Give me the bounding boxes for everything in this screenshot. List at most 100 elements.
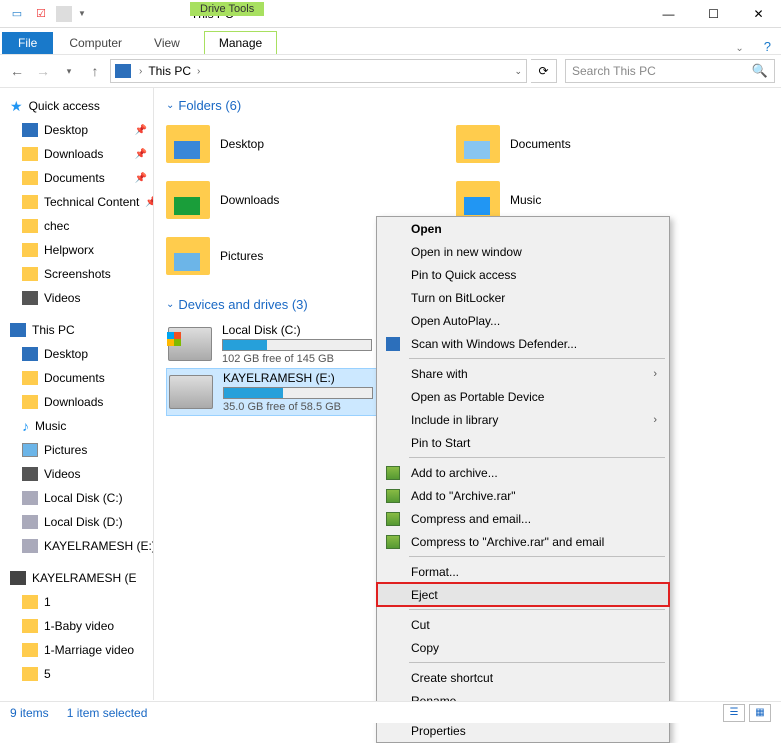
crumb-sep-icon[interactable]: ›	[195, 66, 202, 77]
computer-tab[interactable]: Computer	[53, 32, 138, 54]
sidebar-label: Downloads	[44, 147, 103, 161]
address-dropdown-icon[interactable]: ⌄	[514, 66, 522, 77]
sidebar-item-local-disk-c[interactable]: Local Disk (C:)	[0, 486, 153, 510]
search-box[interactable]: Search This PC 🔍	[565, 59, 775, 83]
sidebar-item-baby-video[interactable]: 1-Baby video	[0, 614, 153, 638]
sidebar-item-folder-5[interactable]: 5	[0, 662, 153, 686]
sidebar-label: Technical Content	[44, 195, 139, 209]
pin-icon: 📌	[145, 197, 153, 208]
sidebar-item-folder-1[interactable]: 1	[0, 590, 153, 614]
drive-name: KAYELRAMESH (E:)	[223, 371, 373, 385]
ctx-format[interactable]: Format...	[377, 560, 669, 583]
file-tab[interactable]: File	[2, 32, 53, 54]
ctx-pin-start[interactable]: Pin to Start	[377, 431, 669, 454]
sidebar-item-downloads[interactable]: Downloads📌	[0, 142, 153, 166]
sidebar-item-technical[interactable]: Technical Content 📌	[0, 190, 153, 214]
sidebar-item-documents-pc[interactable]: Documents	[0, 366, 153, 390]
ctx-add-archive[interactable]: Add to archive...	[377, 461, 669, 484]
folders-section-header[interactable]: ⌄ Folders (6)	[166, 98, 769, 113]
folder-icon	[456, 125, 500, 163]
view-icons-button[interactable]: ▦	[749, 704, 771, 722]
sidebar-item-desktop[interactable]: Desktop📌	[0, 118, 153, 142]
address-bar[interactable]: › This PC › ⌄	[110, 59, 527, 83]
back-button[interactable]: ←	[6, 60, 28, 82]
breadcrumb-this-pc[interactable]: This PC	[144, 64, 195, 78]
refresh-button[interactable]: ⟳	[531, 59, 557, 83]
sidebar-item-downloads-pc[interactable]: Downloads	[0, 390, 153, 414]
navigation-pane: ★ Quick access Desktop📌 Downloads📌 Docum…	[0, 88, 154, 700]
ctx-share-with[interactable]: Share with›	[377, 362, 669, 385]
sidebar-quick-access[interactable]: ★ Quick access	[0, 94, 153, 118]
chevron-down-icon: ⌄	[166, 100, 174, 111]
folder-tile-documents[interactable]: Documents	[456, 121, 706, 167]
sidebar-label: Videos	[44, 467, 80, 481]
help-icon[interactable]: ?	[754, 39, 781, 54]
tile-label: Downloads	[220, 193, 279, 207]
winrar-icon	[385, 534, 401, 550]
ctx-open-new-window[interactable]: Open in new window	[377, 240, 669, 263]
sidebar-item-marriage-video[interactable]: 1-Marriage video	[0, 638, 153, 662]
ctx-compress-rar-email[interactable]: Compress to "Archive.rar" and email	[377, 530, 669, 553]
sidebar-item-pictures-pc[interactable]: Pictures	[0, 438, 153, 462]
manage-tab[interactable]: Manage	[204, 31, 277, 54]
view-details-button[interactable]: ☰	[723, 704, 745, 722]
ctx-label: Share with	[411, 367, 468, 381]
sidebar-item-kayelramesh[interactable]: KAYELRAMESH (E:)	[0, 534, 153, 558]
ctx-copy[interactable]: Copy	[377, 636, 669, 659]
sidebar-label: Pictures	[44, 443, 87, 457]
ctx-compress-email[interactable]: Compress and email...	[377, 507, 669, 530]
new-folder-icon[interactable]: ☑	[32, 5, 50, 23]
folder-icon	[456, 181, 500, 219]
sidebar-label: Screenshots	[44, 267, 111, 281]
sidebar-label: Local Disk (D:)	[44, 515, 123, 529]
tile-label: Documents	[510, 137, 571, 151]
sidebar-item-videos[interactable]: Videos	[0, 286, 153, 310]
ctx-pin-quick-access[interactable]: Pin to Quick access	[377, 263, 669, 286]
search-icon[interactable]: 🔍	[752, 63, 768, 79]
submenu-arrow-icon: ›	[653, 414, 657, 426]
ctx-bitlocker[interactable]: Turn on BitLocker	[377, 286, 669, 309]
folder-icon	[22, 147, 38, 161]
status-item-count: 9 items	[10, 706, 49, 720]
folder-icon	[166, 181, 210, 219]
sidebar-item-screenshots[interactable]: Screenshots	[0, 262, 153, 286]
ctx-scan-defender[interactable]: Scan with Windows Defender...	[377, 332, 669, 355]
view-tab[interactable]: View	[138, 32, 196, 54]
ctx-eject[interactable]: Eject	[377, 583, 669, 606]
up-button[interactable]: ↑	[84, 60, 106, 82]
pin-icon: 📌	[135, 125, 147, 136]
ctx-add-archive-rar[interactable]: Add to "Archive.rar"	[377, 484, 669, 507]
ribbon-expand-icon[interactable]: ⌄	[725, 43, 753, 54]
ctx-portable-device[interactable]: Open as Portable Device	[377, 385, 669, 408]
sidebar-item-helpworx[interactable]: Helpworx	[0, 238, 153, 262]
ctx-separator	[409, 358, 665, 359]
defender-icon	[385, 336, 401, 352]
ctx-create-shortcut[interactable]: Create shortcut	[377, 666, 669, 689]
folder-tile-desktop[interactable]: Desktop	[166, 121, 416, 167]
sidebar-item-music-pc[interactable]: ♪Music	[0, 414, 153, 438]
sidebar-item-chec[interactable]: chec	[0, 214, 153, 238]
minimize-button[interactable]: —	[646, 0, 691, 28]
sidebar-item-desktop-pc[interactable]: Desktop	[0, 342, 153, 366]
ctx-autoplay[interactable]: Open AutoPlay...	[377, 309, 669, 332]
folder-icon	[22, 619, 38, 633]
recent-dropdown[interactable]: ▾	[58, 60, 80, 82]
ctx-open[interactable]: Open	[377, 217, 669, 240]
properties-icon[interactable]: ▭	[8, 5, 26, 23]
folder-icon	[22, 267, 38, 281]
close-button[interactable]: ✕	[736, 0, 781, 28]
crumb-sep-icon[interactable]: ›	[137, 66, 144, 77]
maximize-button[interactable]: ☐	[691, 0, 736, 28]
ctx-cut[interactable]: Cut	[377, 613, 669, 636]
forward-button[interactable]: →	[32, 60, 54, 82]
ctx-include-library[interactable]: Include in library›	[377, 408, 669, 431]
sidebar-item-documents[interactable]: Documents📌	[0, 166, 153, 190]
sidebar-this-pc[interactable]: This PC	[0, 318, 153, 342]
qat-dropdown-icon[interactable]: ▼	[78, 9, 86, 18]
drive-icon	[22, 491, 38, 505]
sidebar-label: Videos	[44, 291, 80, 305]
sidebar-item-local-disk-d[interactable]: Local Disk (D:)	[0, 510, 153, 534]
undo-icon[interactable]	[56, 6, 72, 22]
sidebar-item-videos-pc[interactable]: Videos	[0, 462, 153, 486]
sidebar-external-drive[interactable]: KAYELRAMESH (E	[0, 566, 153, 590]
